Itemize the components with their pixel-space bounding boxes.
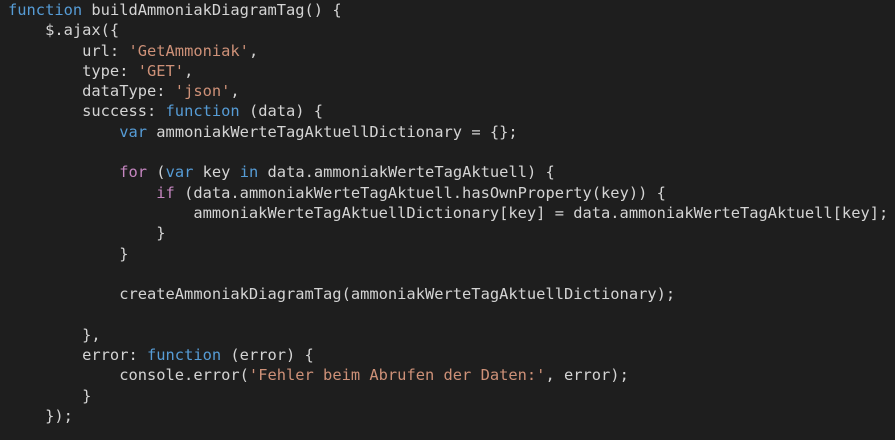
code-line[interactable]: createAmmoniakDiagramTag(ammoniakWerteTa… [8,284,895,304]
code-token: 'Fehler beim Abrufen der Daten:' [248,366,546,385]
code-token: in [239,163,259,182]
code-line[interactable] [8,142,895,162]
code-token: ammoniakWerteTagAktuellDictionary = {}; [147,122,518,141]
code-line[interactable]: function buildAmmoniakDiagramTag() { [8,0,895,20]
code-token: } [8,224,166,243]
code-token: error: [8,346,147,365]
code-token: (data.ammoniakWerteTagAktuell.hasOwnProp… [174,183,666,202]
code-token: function [8,1,83,19]
code-line[interactable]: }); [8,406,895,426]
code-line[interactable]: url: 'GetAmmoniak', [8,41,895,61]
code-token: key [193,163,240,182]
code-area[interactable]: function buildAmmoniakDiagramTag() { $.a… [0,0,895,426]
code-token: 'json' [174,82,231,101]
code-token: (data) { [239,102,324,121]
code-token: 'GetAmmoniak' [128,41,249,60]
code-line[interactable]: } [8,223,895,243]
code-line[interactable]: }, [8,325,895,345]
code-token: (error) { [221,346,314,365]
code-token: type: [8,61,138,80]
code-token: success: [8,102,166,121]
code-line[interactable] [8,264,895,284]
code-token: } [8,244,129,263]
code-line[interactable]: success: function (data) { [8,101,895,121]
code-line[interactable]: } [8,244,895,264]
code-line[interactable]: console.error('Fehler beim Abrufen der D… [8,365,895,385]
code-token: }, [8,325,101,344]
code-line[interactable]: var ammoniakWerteTagAktuellDictionary = … [8,122,895,142]
code-token: $.ajax({ [8,21,120,40]
code-line[interactable] [8,304,895,324]
code-token: dataType: [8,82,175,101]
code-token: , [248,41,259,60]
code-token: url: [8,41,129,60]
code-editor[interactable]: function buildAmmoniakDiagramTag() { $.a… [0,0,895,440]
code-token: var [165,163,194,182]
code-token: } [8,386,92,405]
code-line[interactable]: $.ajax({ [8,20,895,40]
code-token: , error); [545,366,629,385]
code-line[interactable]: dataType: 'json', [8,81,895,101]
code-token: buildAmmoniakDiagramTag() { [82,1,342,19]
code-token: var [119,122,148,141]
code-line[interactable]: for (var key in data.ammoniakWerteTagAkt… [8,162,895,182]
code-token: }); [8,406,73,425]
code-token: 'GET' [137,61,185,80]
code-token: ammoniakWerteTagAktuellDictionary[key] =… [8,203,889,222]
code-token: if [156,183,175,202]
code-token: function [147,346,222,365]
code-line[interactable]: error: function (error) { [8,345,895,365]
code-token: , [184,61,194,80]
code-line[interactable]: if (data.ammoniakWerteTagAktuell.hasOwnP… [8,183,895,203]
code-token: data.ammoniakWerteTagAktuell) { [258,163,555,182]
code-line[interactable]: type: 'GET', [8,61,895,81]
code-token: function [165,102,240,121]
code-token: createAmmoniakDiagramTag(ammoniakWerteTa… [8,285,676,304]
code-token: , [230,82,240,101]
code-token: for [119,163,148,182]
code-token: ( [147,163,166,182]
code-line[interactable]: } [8,386,895,406]
code-token: console.error( [8,366,249,385]
code-line[interactable]: ammoniakWerteTagAktuellDictionary[key] =… [8,203,895,223]
